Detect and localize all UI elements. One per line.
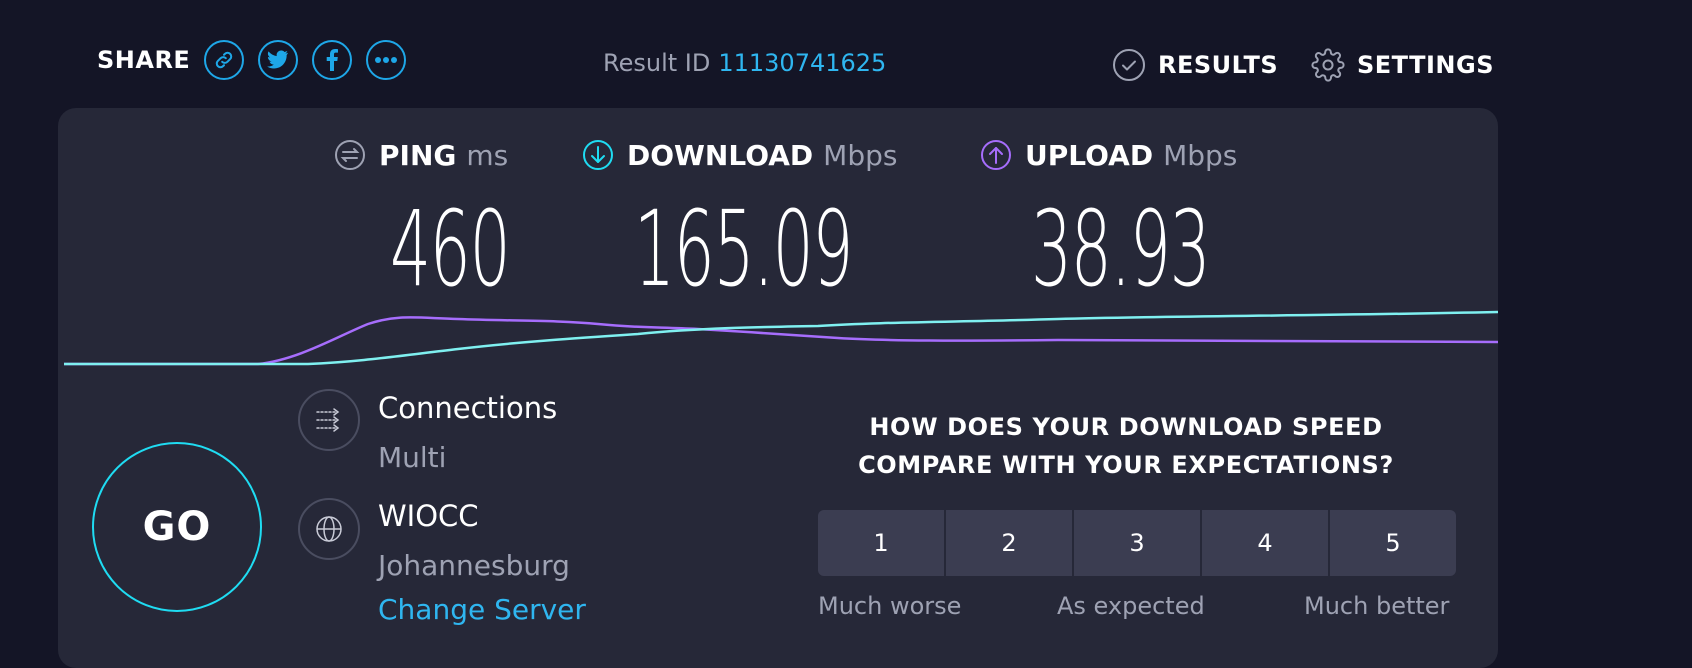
- ping-label: PING: [379, 138, 457, 172]
- results-button[interactable]: RESULTS: [1112, 48, 1278, 82]
- settings-button[interactable]: SETTINGS: [1311, 48, 1494, 82]
- result-panel: PING ms 460 DOWNLOAD Mbps 165.09 UPLOAD …: [58, 108, 1498, 668]
- change-server-link[interactable]: Change Server: [378, 593, 586, 626]
- upload-icon: [981, 140, 1011, 170]
- top-bar: SHARE Result ID 11130741625 RESULTS SETT…: [0, 0, 1692, 108]
- rating-option[interactable]: 3: [1074, 510, 1200, 576]
- globe-icon: [298, 498, 360, 560]
- link-icon[interactable]: [204, 40, 245, 80]
- scale-mid-label: As expected: [1057, 592, 1205, 620]
- scale-low-label: Much worse: [818, 592, 962, 620]
- connections-value: Multi: [378, 441, 447, 474]
- server-location: Johannesburg: [378, 549, 570, 582]
- rating-option[interactable]: 2: [946, 510, 1072, 576]
- go-button[interactable]: GO: [92, 442, 262, 612]
- survey-question: HOW DOES YOUR DOWNLOAD SPEED COMPARE WIT…: [858, 413, 1394, 479]
- download-label: DOWNLOAD: [627, 138, 814, 172]
- rating-option[interactable]: 5: [1330, 510, 1456, 576]
- twitter-icon[interactable]: [258, 40, 299, 80]
- upload-label: UPLOAD: [1025, 138, 1154, 172]
- download-icon: [583, 140, 613, 170]
- result-id-label: Result ID: [603, 49, 711, 77]
- share-bar: SHARE: [97, 40, 420, 80]
- download-graph-line: [64, 310, 1498, 366]
- download-metric: DOWNLOAD Mbps 165.09: [581, 138, 898, 310]
- ping-icon: [335, 140, 365, 170]
- result-id: Result ID 11130741625: [603, 49, 886, 77]
- scale-high-label: Much better: [1304, 592, 1450, 620]
- speed-graph: [64, 310, 1498, 366]
- results-label: RESULTS: [1158, 51, 1279, 79]
- facebook-icon[interactable]: [312, 40, 353, 80]
- more-icon[interactable]: [366, 40, 407, 80]
- upload-graph-line: [64, 316, 1498, 366]
- upload-metric: UPLOAD Mbps 38.93: [979, 138, 1238, 310]
- connections-icon: [298, 389, 360, 451]
- provider-name: WIOCC: [378, 499, 479, 533]
- ping-unit: ms: [466, 138, 509, 172]
- result-id-link[interactable]: 11130741625: [718, 49, 886, 77]
- rating-scale: 1 2 3 4 5: [818, 510, 1456, 576]
- ping-metric: PING ms 460: [333, 138, 511, 310]
- go-label: GO: [142, 504, 212, 550]
- gear-icon: [1311, 48, 1345, 82]
- download-unit: Mbps: [823, 138, 898, 172]
- share-label: SHARE: [97, 46, 191, 74]
- rating-option[interactable]: 1: [818, 510, 944, 576]
- check-circle-icon: [1113, 49, 1145, 81]
- settings-label: SETTINGS: [1357, 51, 1494, 79]
- rating-option[interactable]: 4: [1202, 510, 1328, 576]
- connections-label: Connections: [378, 391, 558, 425]
- upload-unit: Mbps: [1163, 138, 1238, 172]
